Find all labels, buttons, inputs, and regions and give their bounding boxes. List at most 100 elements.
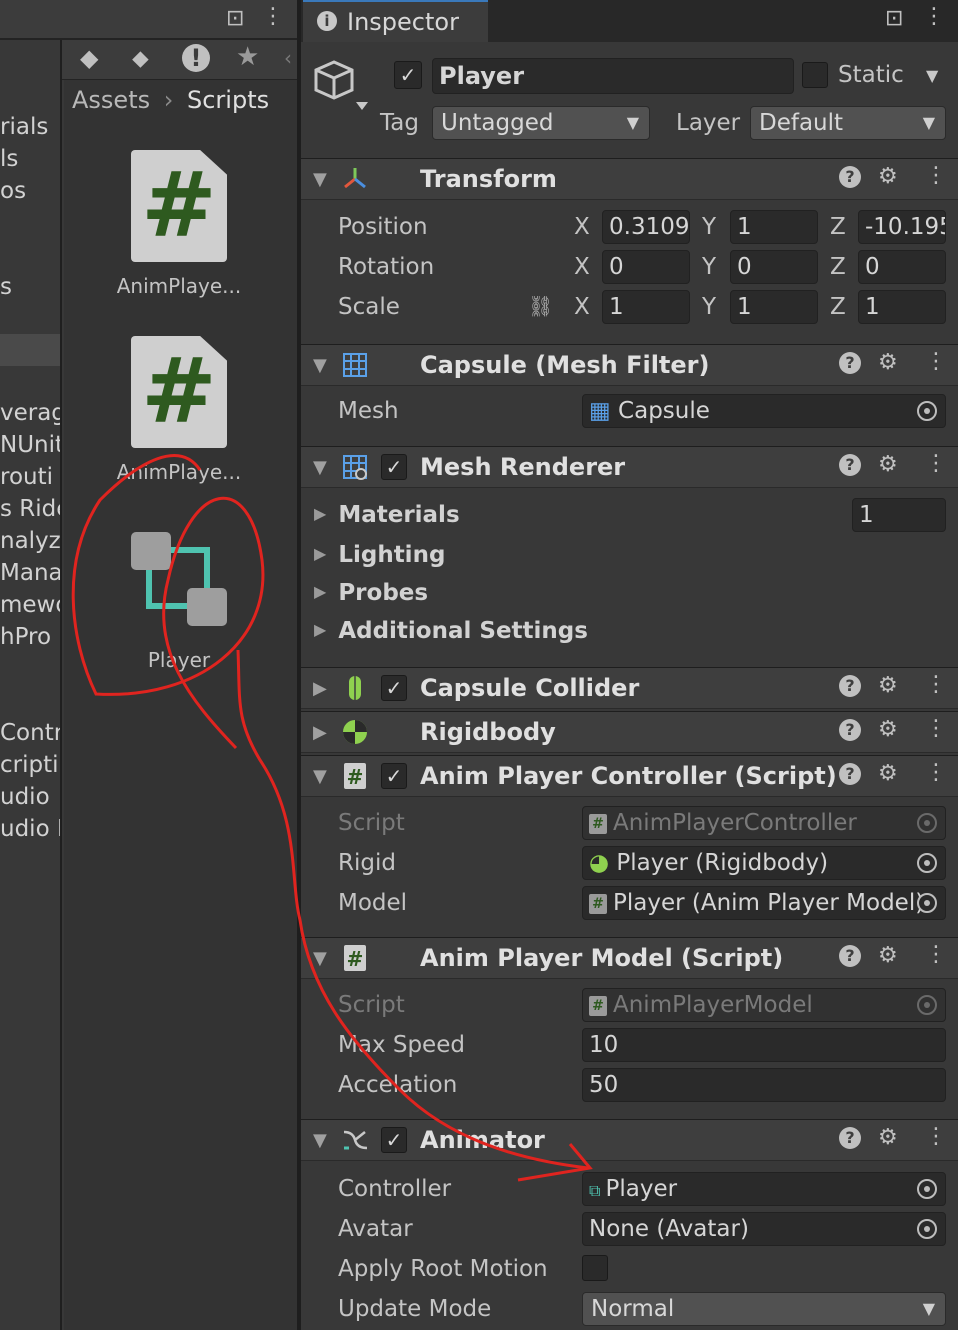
- foldout-arrow-icon[interactable]: ▼: [313, 948, 327, 969]
- axis-y-label[interactable]: Y: [702, 214, 716, 240]
- tree-item[interactable]: udio: [0, 784, 60, 810]
- tree-item[interactable]: NUnit: [0, 432, 60, 458]
- tree-item[interactable]: Mana: [0, 560, 60, 586]
- probes-foldout[interactable]: ▶ Probes: [314, 580, 428, 606]
- foldout-arrow-icon[interactable]: ▶: [314, 582, 326, 601]
- kebab-menu-icon[interactable]: ⋮: [925, 942, 947, 967]
- foldout-arrow-icon[interactable]: ▼: [313, 766, 327, 787]
- presets-icon[interactable]: ⚙: [878, 943, 898, 968]
- foldout-arrow-icon[interactable]: ▼: [313, 169, 327, 190]
- rigidbody-header[interactable]: ▶ Rigidbody ? ⚙ ⋮: [301, 711, 958, 753]
- help-icon[interactable]: ?: [839, 352, 861, 374]
- constrain-proportions-icon[interactable]: ⛓: [528, 294, 553, 318]
- tree-item[interactable]: mewo: [0, 592, 60, 618]
- kebab-menu-icon[interactable]: ⋮: [925, 760, 947, 785]
- object-picker-icon[interactable]: [917, 401, 937, 421]
- tree-item[interactable]: os: [0, 178, 60, 204]
- tree-item[interactable]: Contr: [0, 720, 60, 746]
- anim-player-controller-header[interactable]: ▼ # ✓ Anim Player Controller (Script) ? …: [301, 755, 958, 797]
- kebab-menu-icon[interactable]: ⋮: [925, 1124, 947, 1149]
- rotation-x-field[interactable]: 0: [602, 250, 690, 284]
- object-picker-icon[interactable]: [917, 853, 937, 873]
- tree-item[interactable]: rials: [0, 114, 60, 140]
- presets-icon[interactable]: ⚙: [878, 673, 898, 698]
- filter-by-type-icon[interactable]: ◆: [80, 44, 98, 72]
- position-z-field[interactable]: -10.195: [858, 210, 946, 244]
- kebab-menu-icon[interactable]: ⋮: [925, 451, 947, 476]
- help-icon[interactable]: ?: [839, 945, 861, 967]
- max-speed-field[interactable]: 10: [582, 1028, 946, 1062]
- accel-field[interactable]: 50: [582, 1068, 946, 1102]
- axis-x-label[interactable]: X: [574, 214, 590, 240]
- asset-item[interactable]: # AnimPlaye...: [104, 336, 254, 486]
- mesh-object-field[interactable]: ▦ Capsule: [582, 394, 946, 428]
- breadcrumb-current[interactable]: Scripts: [187, 86, 269, 114]
- tab-inspector[interactable]: i Inspector: [303, 0, 488, 42]
- asset-item[interactable]: Player: [104, 528, 254, 678]
- axis-x-label[interactable]: X: [574, 254, 590, 280]
- presets-icon[interactable]: ⚙: [878, 164, 898, 189]
- kebab-menu-icon[interactable]: ⋮: [262, 4, 284, 29]
- favorite-star-icon[interactable]: ★: [236, 42, 259, 72]
- tree-item[interactable]: s: [0, 274, 60, 300]
- axis-y-label[interactable]: Y: [702, 294, 716, 320]
- axis-z-label[interactable]: Z: [830, 214, 846, 240]
- collapse-arrow-icon[interactable]: ‹: [284, 46, 292, 70]
- lighting-foldout[interactable]: ▶ Lighting: [314, 542, 445, 568]
- rigid-object-field[interactable]: ◕ Player (Rigidbody): [582, 846, 946, 880]
- help-icon[interactable]: ?: [839, 763, 861, 785]
- active-checkbox[interactable]: ✓: [394, 61, 422, 89]
- object-picker-icon[interactable]: [917, 893, 937, 913]
- transform-header[interactable]: ▼ Transform ? ⚙ ⋮: [301, 158, 958, 200]
- component-enabled-checkbox[interactable]: ✓: [381, 454, 407, 480]
- breadcrumb-root[interactable]: Assets: [72, 86, 150, 114]
- component-enabled-checkbox[interactable]: ✓: [381, 675, 407, 701]
- foldout-arrow-icon[interactable]: ▶: [313, 722, 327, 743]
- foldout-arrow-icon[interactable]: ▶: [313, 678, 327, 699]
- presets-icon[interactable]: ⚙: [878, 452, 898, 477]
- foldout-arrow-icon[interactable]: ▶: [314, 504, 326, 523]
- kebab-menu-icon[interactable]: ⋮: [925, 716, 947, 741]
- asset-item[interactable]: # AnimPlaye...: [104, 150, 254, 300]
- help-icon[interactable]: ?: [839, 675, 861, 697]
- foldout-arrow-icon[interactable]: ▶: [314, 544, 326, 563]
- presets-icon[interactable]: ⚙: [878, 761, 898, 786]
- tree-item[interactable]: routi: [0, 464, 60, 490]
- avatar-object-field[interactable]: None (Avatar): [582, 1212, 946, 1246]
- rotation-z-field[interactable]: 0: [858, 250, 946, 284]
- tree-item[interactable]: criptin: [0, 752, 60, 778]
- static-checkbox[interactable]: [802, 62, 828, 88]
- object-name-field[interactable]: Player: [432, 58, 794, 94]
- kebab-menu-icon[interactable]: ⋮: [925, 672, 947, 697]
- lock-icon[interactable]: ⊡: [885, 6, 903, 31]
- materials-foldout[interactable]: ▶ Materials: [314, 502, 460, 528]
- presets-icon[interactable]: ⚙: [878, 717, 898, 742]
- axis-x-label[interactable]: X: [574, 294, 590, 320]
- tree-item[interactable]: nalyz: [0, 528, 60, 554]
- scale-y-field[interactable]: 1: [730, 290, 818, 324]
- capsule-collider-header[interactable]: ▶ ✓ Capsule Collider ? ⚙ ⋮: [301, 667, 958, 709]
- lock-icon[interactable]: ⊡: [226, 6, 244, 31]
- tree-item[interactable]: s Ride: [0, 496, 60, 522]
- object-picker-icon[interactable]: [917, 1219, 937, 1239]
- foldout-arrow-icon[interactable]: ▼: [313, 1130, 327, 1151]
- foldout-arrow-icon[interactable]: ▼: [313, 355, 327, 376]
- tree-item[interactable]: hPro: [0, 624, 60, 650]
- object-picker-icon[interactable]: [917, 1179, 937, 1199]
- kebab-menu-icon[interactable]: ⋮: [925, 163, 947, 188]
- foldout-arrow-icon[interactable]: ▶: [314, 620, 326, 639]
- layer-dropdown[interactable]: Default ▼: [750, 106, 946, 140]
- controller-object-field[interactable]: ⧉ Player: [582, 1172, 946, 1206]
- position-y-field[interactable]: 1: [730, 210, 818, 244]
- axis-y-label[interactable]: Y: [702, 254, 716, 280]
- scale-x-field[interactable]: 1: [602, 290, 690, 324]
- tree-selected-row[interactable]: [0, 334, 60, 366]
- mesh-renderer-header[interactable]: ▼ ✓ Mesh Renderer ? ⚙ ⋮: [301, 446, 958, 488]
- help-icon[interactable]: ?: [839, 719, 861, 741]
- anim-player-model-header[interactable]: ▼ # Anim Player Model (Script) ? ⚙ ⋮: [301, 937, 958, 979]
- model-object-field[interactable]: # Player (Anim Player Model): [582, 886, 946, 920]
- foldout-arrow-icon[interactable]: ▼: [313, 457, 327, 478]
- animator-header[interactable]: ▼ ✓ Animator ? ⚙ ⋮: [301, 1119, 958, 1161]
- rotation-y-field[interactable]: 0: [730, 250, 818, 284]
- kebab-menu-icon[interactable]: ⋮: [925, 349, 947, 374]
